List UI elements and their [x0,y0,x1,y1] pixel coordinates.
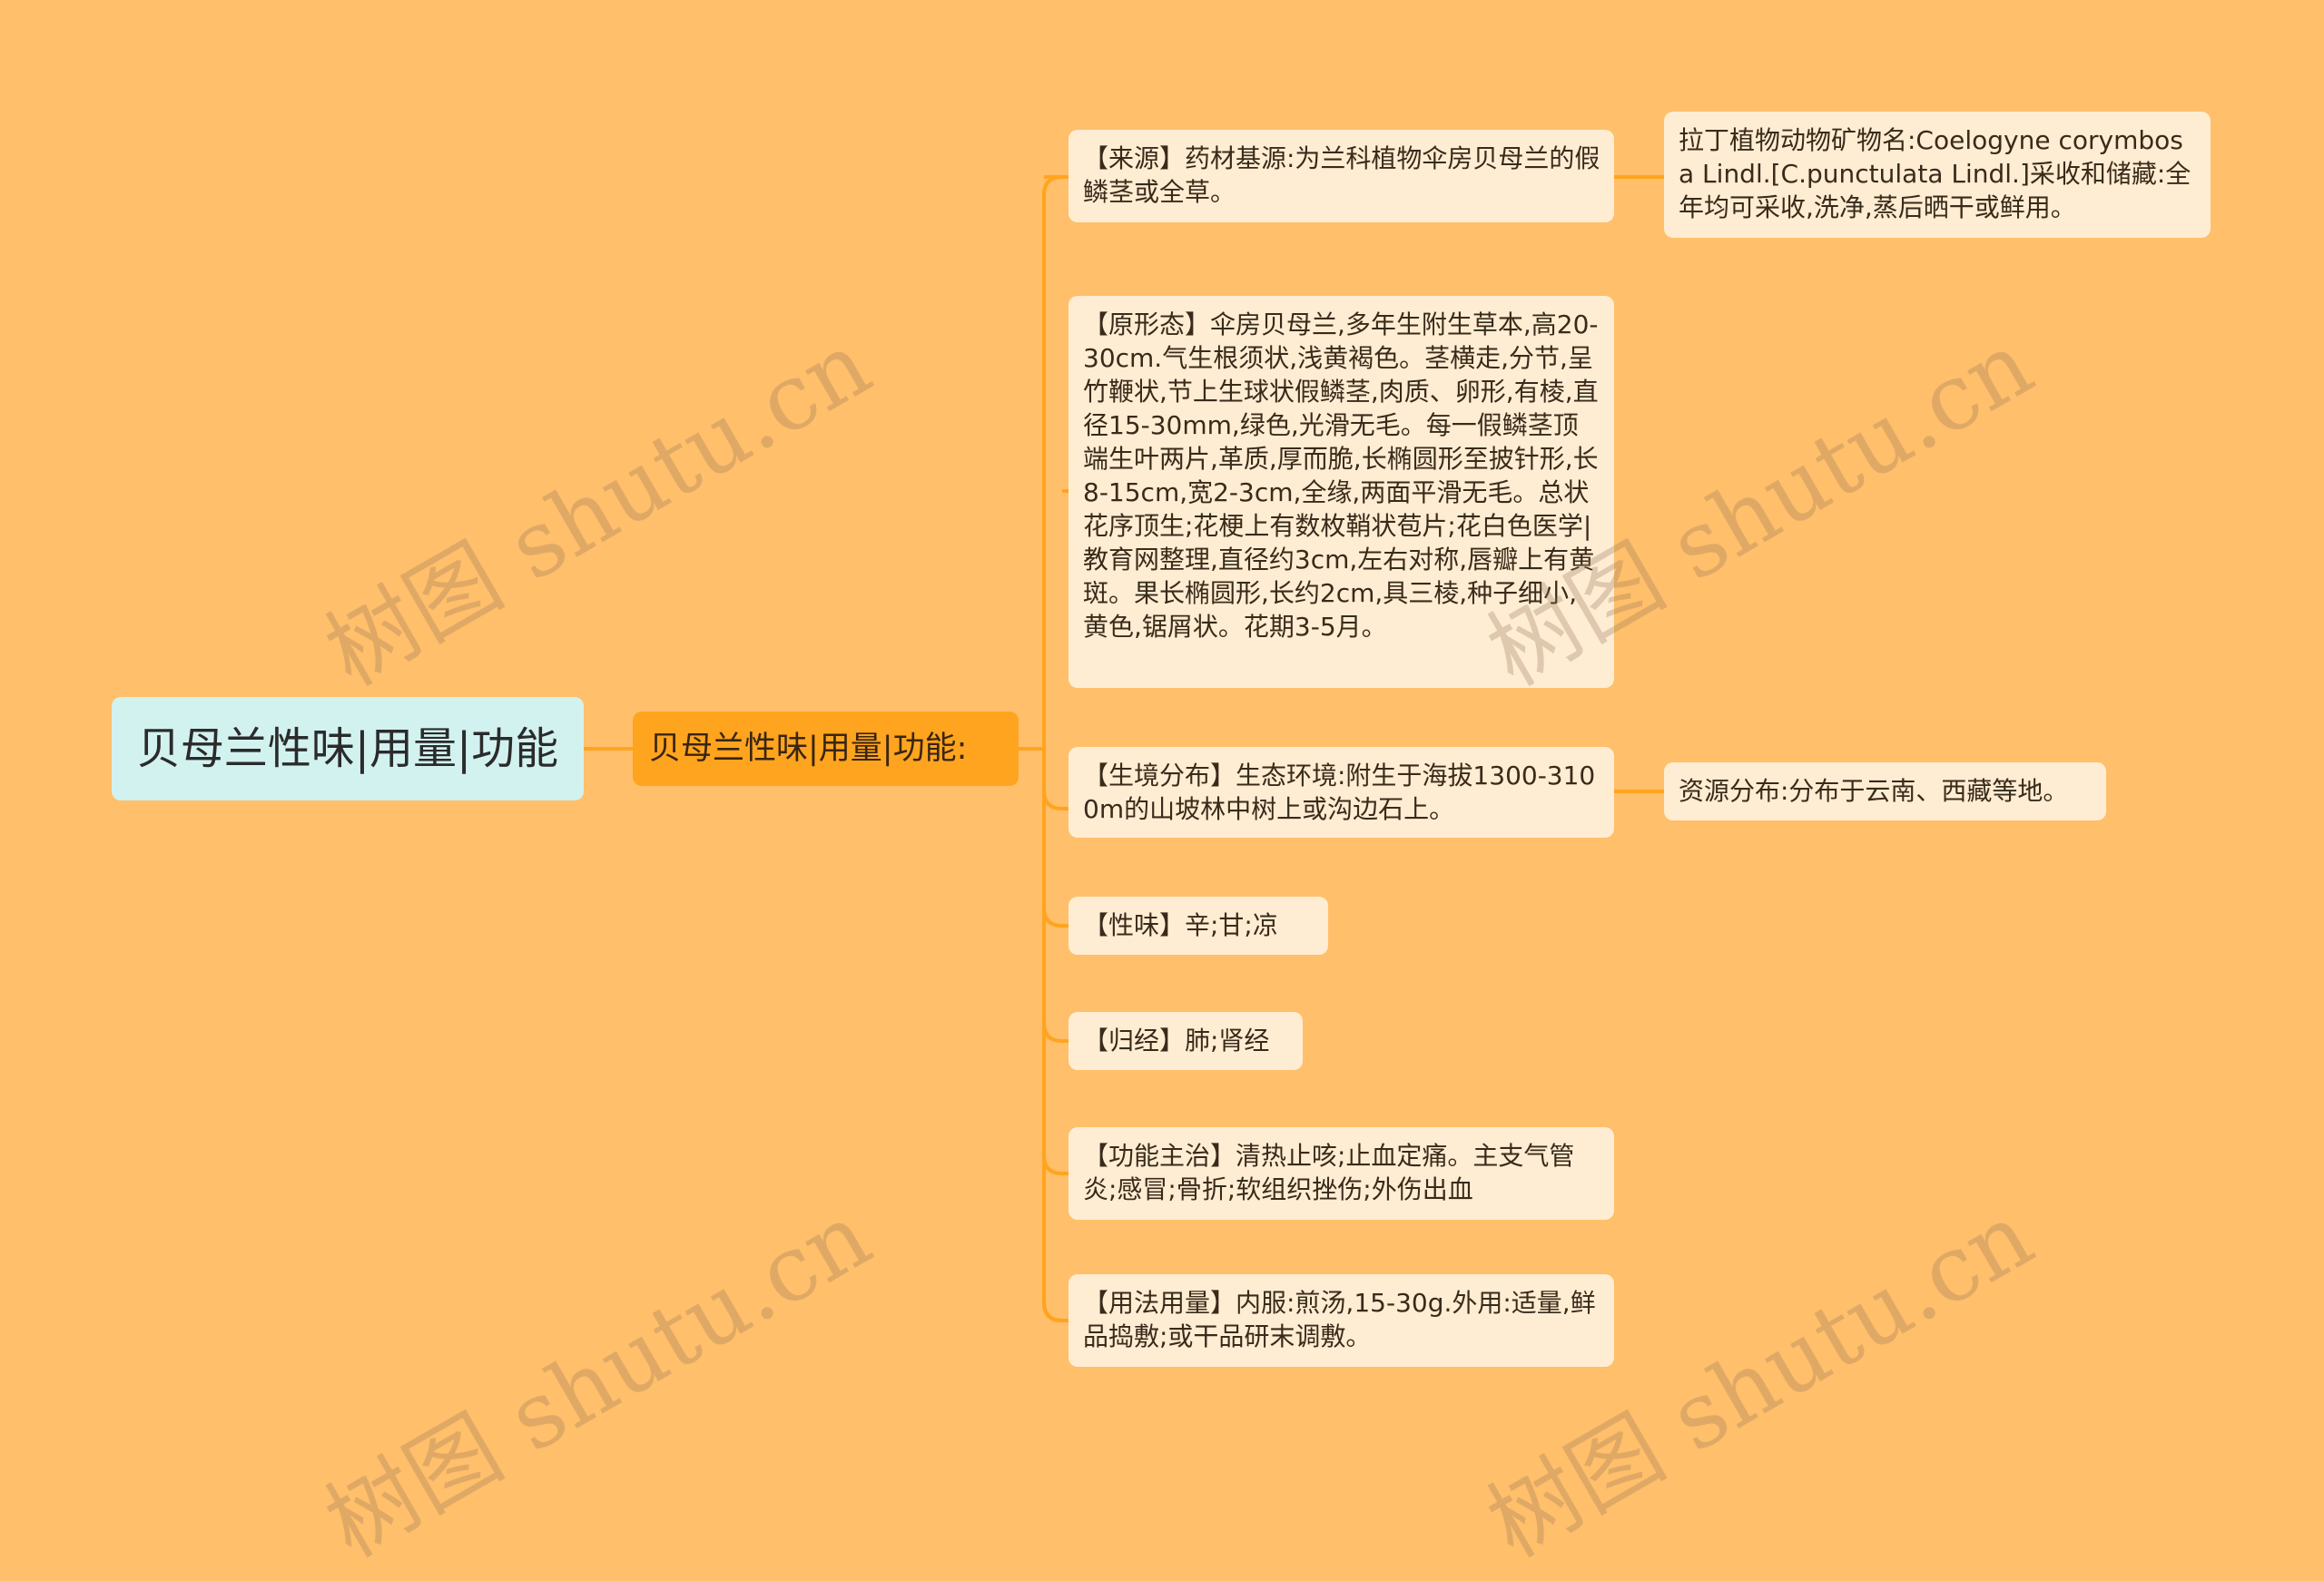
branch-connector-7 [1042,1301,1068,1322]
branch-connector-6 [1042,1154,1068,1175]
branch-node-morphology[interactable]: 【原形态】伞房贝母兰,多年生附生草本,高20-30cm.气生根须状,浅黄褐色。茎… [1068,296,1614,688]
branch-node-usage[interactable]: 【用法用量】内服:煎汤,15-30g.外用:适量,鲜品捣敷;或干品研末调敷。 [1068,1274,1614,1367]
branch-node-meridian[interactable]: 【归经】肺;肾经 [1068,1012,1303,1070]
branch-node-habitat[interactable]: 【生境分布】生态环境:附生于海拔1300-3100m的山坡林中树上或沟边石上。 [1068,747,1614,838]
trunk-vertical [1042,175,1063,1322]
root-node[interactable]: 贝母兰性味|用量|功能 [112,697,584,800]
branch-node-taste[interactable]: 【性味】辛;甘;凉 [1068,897,1328,955]
mind-map-canvas: 贝母兰性味|用量|功能 贝母兰性味|用量|功能: 【来源】药材基源:为兰科植物伞… [0,0,2324,1577]
branch-connector-5 [1042,1022,1068,1043]
subnode-distribution[interactable]: 资源分布:分布于云南、西藏等地。 [1664,762,2106,820]
branch-node-function[interactable]: 【功能主治】清热止咳;止血定痛。主支气管炎;感冒;骨折;软组织挫伤;外伤出血 [1068,1127,1614,1220]
center-node[interactable]: 贝母兰性味|用量|功能: [633,712,1019,786]
subnode-latin-name[interactable]: 拉丁植物动物矿物名:Coelogyne corymbosa Lindl.[C.p… [1664,112,2211,238]
branch-node-source[interactable]: 【来源】药材基源:为兰科植物伞房贝母兰的假鳞茎或全草。 [1068,130,1614,222]
branch-connector-4 [1042,907,1068,928]
branch-connector-3 [1042,790,1068,810]
